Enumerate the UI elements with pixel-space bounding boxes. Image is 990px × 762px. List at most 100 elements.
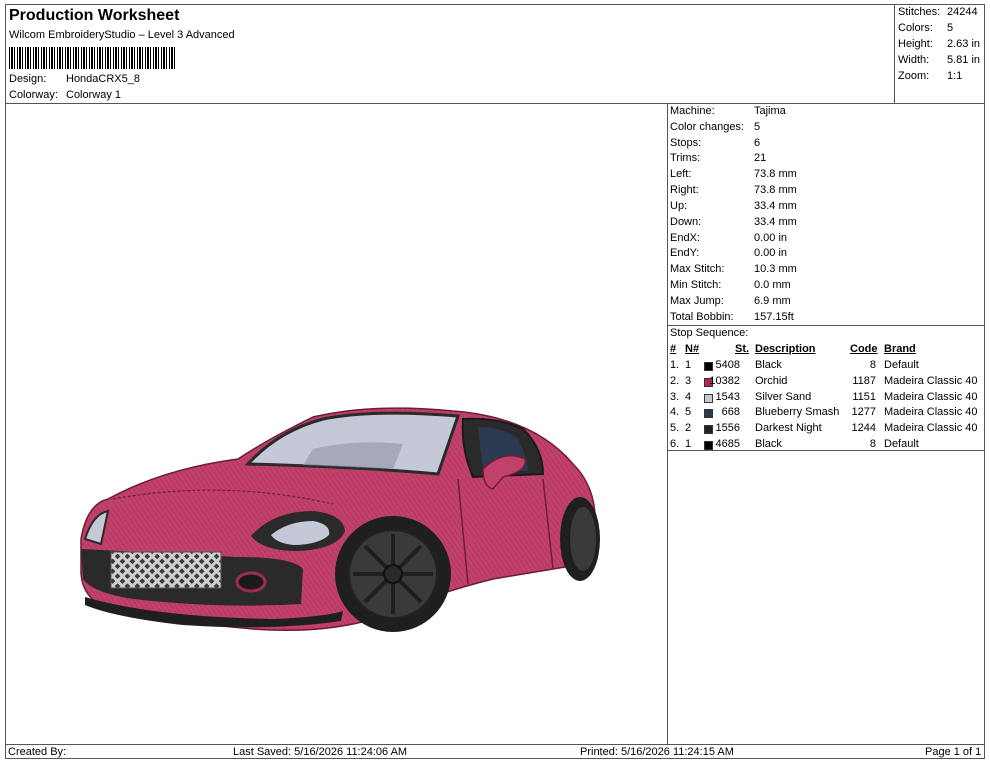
colorway-name: Colorway 1	[66, 89, 122, 101]
color-code: 1187	[852, 374, 876, 387]
color-code: 1277	[851, 406, 876, 419]
colorway-row: Colorway: Colorway 1	[9, 89, 121, 101]
last-saved: Last Saved: 5/16/2026 11:24:06 AM	[233, 746, 408, 758]
thread-brand: Madeira Classic 40	[884, 390, 978, 403]
machine-row: Max Jump: 6.9 mm	[670, 295, 791, 307]
color-description: Black	[755, 359, 782, 371]
stitch-count: 10382	[709, 374, 740, 387]
machine-row: Stops: 6	[670, 137, 760, 149]
stat-value: 5.81 in	[947, 54, 981, 66]
stat-value: 1:1	[947, 70, 963, 82]
col-header-num: #	[670, 343, 677, 355]
stat-value: 2.63 in	[947, 38, 981, 50]
machine-label: Total Bobbin:	[670, 311, 734, 323]
table-row: 4. 5 668 Blueberry Smash 1277 Madeira Classic…	[668, 406, 985, 422]
row-number: 4.	[670, 406, 680, 419]
table-row: 3. 4 1543 Silver Sand 1151 Madeira Classic 40	[668, 391, 985, 407]
needle-number: 1	[685, 438, 692, 450]
design-label: Design:	[9, 73, 47, 85]
stitch-count: 4685	[715, 438, 740, 450]
needle-number: 5	[685, 406, 692, 419]
machine-label: Max Jump:	[670, 295, 724, 307]
color-description: Silver Sand	[755, 390, 812, 403]
color-description: Blueberry Smash	[755, 406, 840, 419]
stop-sequence-title: Stop Sequence:	[670, 327, 749, 339]
machine-row: Trims: 21	[670, 152, 766, 164]
machine-row: Max Stitch: 10.3 mm	[670, 263, 797, 275]
machine-label: Machine:	[670, 105, 715, 117]
created-by: Created By:	[8, 746, 67, 758]
worksheet-header: Production Worksheet Wilcom EmbroiderySt…	[5, 4, 895, 104]
machine-value: Tajima	[754, 105, 786, 117]
col-header-description: Description	[755, 343, 816, 355]
needle-number: 4	[685, 390, 692, 403]
machine-label: Color changes:	[670, 121, 744, 133]
colorway-label: Colorway:	[9, 89, 58, 101]
stat-label: Stitches:	[898, 6, 941, 18]
machine-value: 0.00 in	[754, 232, 788, 244]
machine-row: Color changes: 5	[670, 121, 760, 133]
row-number: 3.	[670, 390, 680, 403]
machine-value: 33.4 mm	[754, 200, 797, 212]
machine-value: 10.3 mm	[754, 263, 797, 275]
row-number: 1.	[670, 359, 680, 371]
machine-label: EndY:	[670, 247, 700, 259]
machine-label: Stops:	[670, 137, 702, 149]
machine-label: Down:	[670, 216, 702, 228]
page-number: Page 1 of 1	[925, 746, 982, 758]
col-header-stitches: St.	[735, 343, 750, 355]
color-code: 1151	[852, 390, 876, 403]
machine-value: 0.0 mm	[754, 279, 791, 291]
thread-brand: Madeira Classic 40	[884, 422, 978, 435]
stat-label: Zoom:	[898, 70, 930, 82]
machine-value: 21	[754, 152, 767, 164]
table-row: 5. 2 1556 Darkest Night 1244 Madeira Classic …	[668, 422, 985, 438]
stat-label: Colors:	[898, 22, 933, 34]
table-row: 6. 1 4685 Black 8 Default	[668, 438, 985, 454]
machine-label: Left:	[670, 168, 692, 180]
color-swatch	[704, 441, 713, 450]
row-number: 6.	[670, 438, 680, 450]
table-row: 2. 3 10382 Orchid 1187 Madeira Classic 40	[668, 375, 985, 391]
color-code: 8	[869, 359, 876, 371]
stop-sequence-table: Stop Sequence: # N# St. Description Code…	[668, 325, 985, 451]
col-header-brand: Brand	[884, 343, 916, 355]
needle-number: 3	[685, 374, 692, 387]
machine-value: 73.8 mm	[754, 184, 797, 196]
thread-brand: Default	[884, 438, 919, 450]
row-number: 2.	[670, 374, 680, 387]
thread-brand: Madeira Classic 40	[884, 406, 978, 419]
stat-row: Colors: 5	[898, 22, 953, 34]
design-row: Design: HondaCRX5_8	[9, 73, 140, 85]
machine-value: 5	[754, 121, 761, 133]
stat-row: Zoom: 1:1	[898, 70, 962, 82]
color-description: Orchid	[755, 374, 788, 387]
stitch-count: 5408	[715, 359, 740, 371]
machine-value: 6.9 mm	[754, 295, 791, 307]
stat-row: Height: 2.63 in	[898, 38, 980, 50]
stat-row: Width: 5.81 in	[898, 54, 980, 66]
stitch-count: 1543	[715, 390, 740, 403]
barcode	[9, 47, 175, 69]
color-code: 8	[869, 438, 876, 450]
thread-brand: Default	[884, 359, 919, 371]
stitch-count: 1556	[715, 422, 740, 435]
design-preview	[5, 104, 668, 744]
stitch-count: 668	[721, 406, 740, 419]
worksheet-footer: Created By: Last Saved: 5/16/2026 11:24:…	[5, 744, 985, 759]
col-header-needle: N#	[685, 343, 700, 355]
color-description: Darkest Night	[755, 422, 822, 435]
thread-brand: Madeira Classic 40	[884, 374, 978, 387]
color-swatch	[704, 409, 713, 419]
machine-row: Left: 73.8 mm	[670, 168, 797, 180]
software-subtitle: Wilcom EmbroideryStudio – Level 3 Advanc…	[9, 29, 235, 41]
stat-value: 24244	[947, 6, 978, 18]
machine-row: EndY: 0.00 in	[670, 247, 787, 259]
machine-row: EndX: 0.00 in	[670, 232, 787, 244]
machine-label: Right:	[670, 184, 699, 196]
machine-row: Down: 33.4 mm	[670, 216, 797, 228]
stat-row: Stitches: 24244	[898, 6, 978, 18]
table-row: 1. 1 5408 Black 8 Default	[668, 359, 985, 375]
color-swatch	[704, 393, 713, 403]
row-number: 5.	[670, 422, 680, 435]
